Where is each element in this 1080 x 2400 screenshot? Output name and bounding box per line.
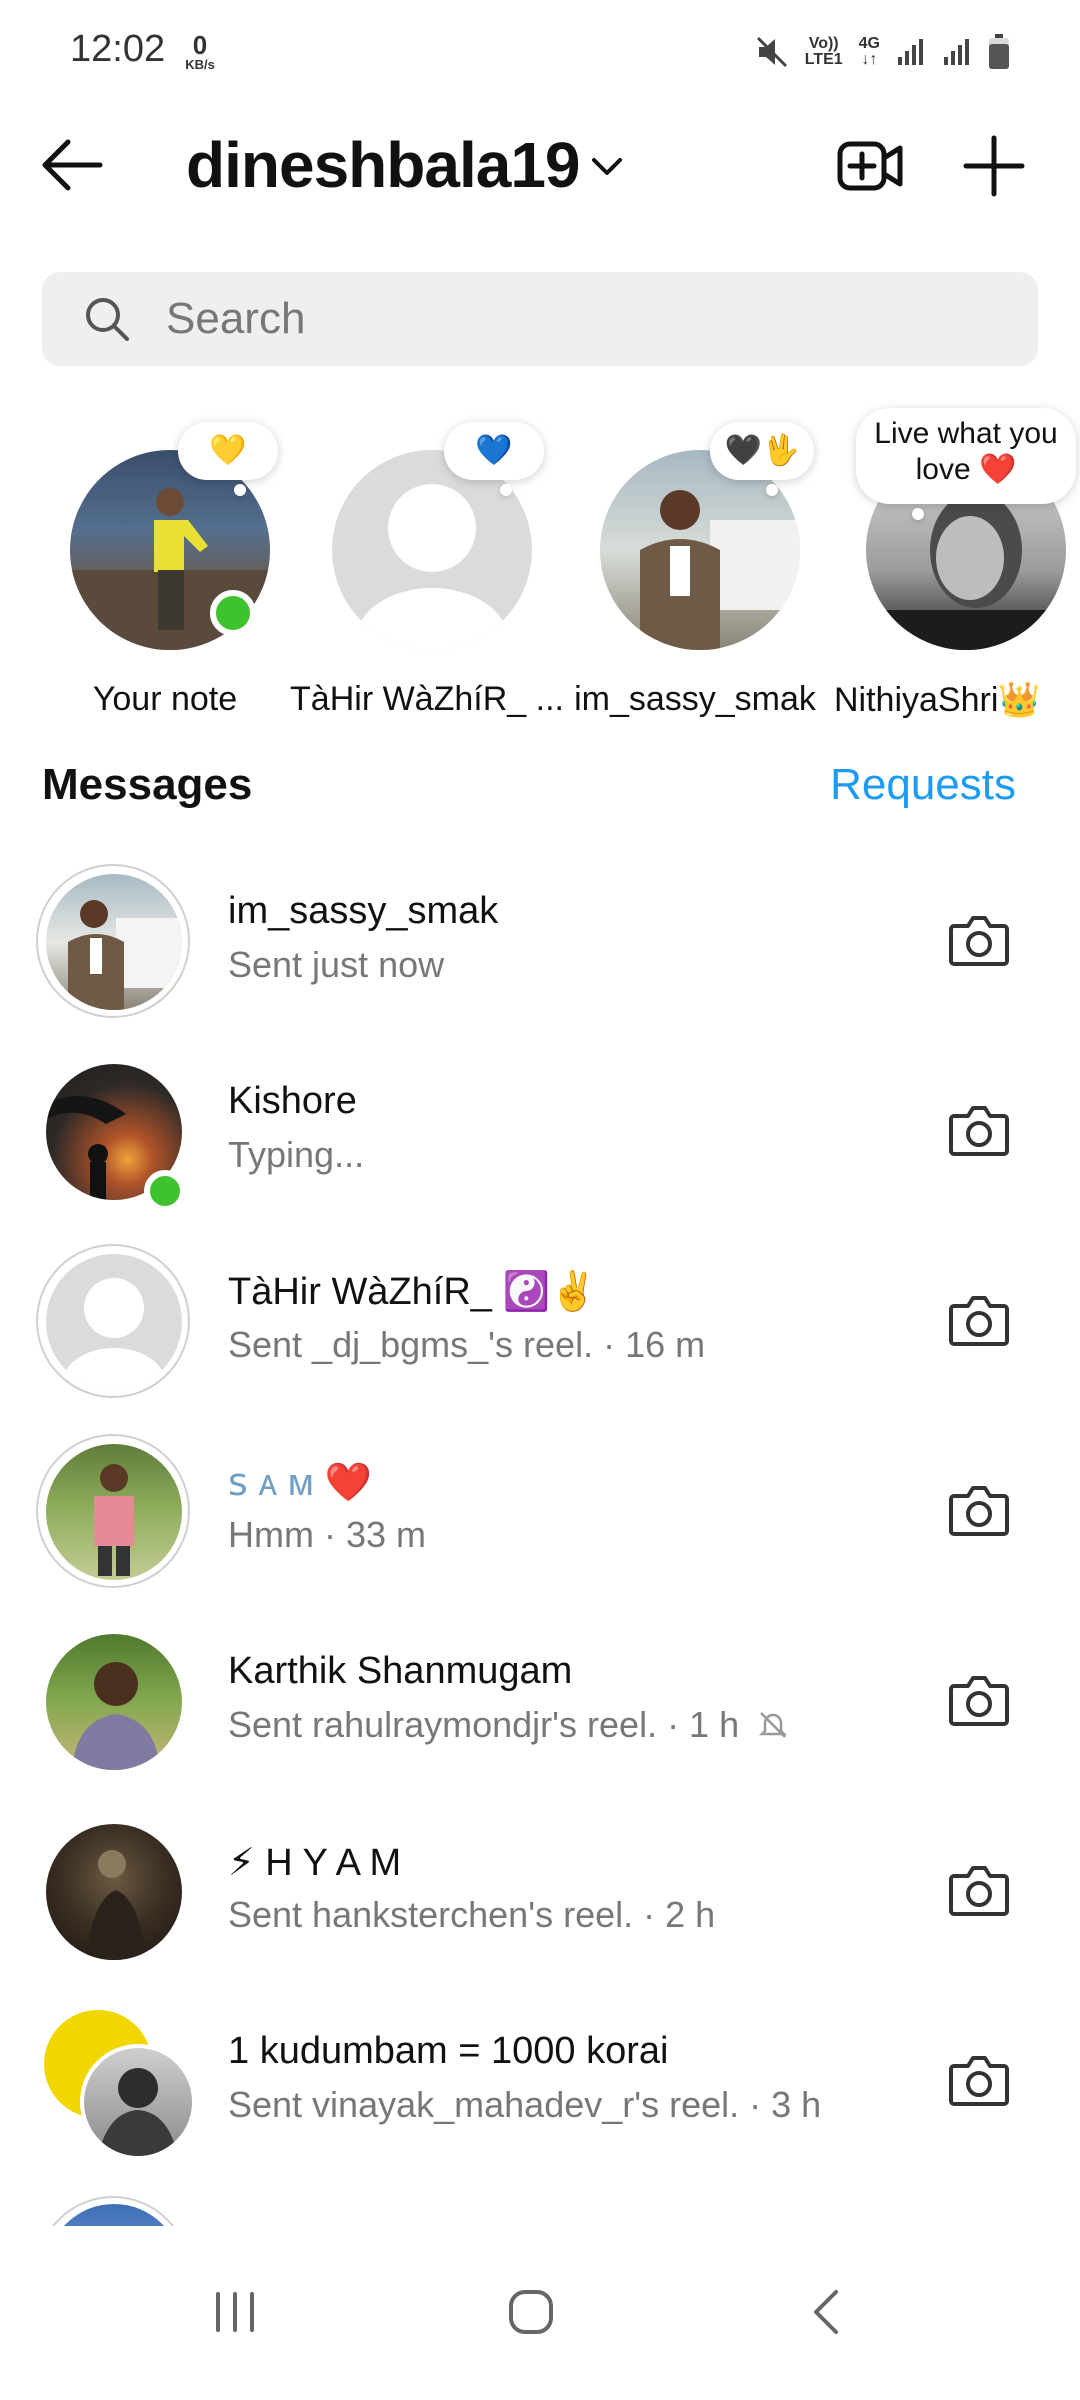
signal-icon-sim2 — [944, 39, 969, 65]
thread-row[interactable]: TàHir WàZhíR_ ☯️✌️ Sent _dj_bgms_'s reel… — [0, 1236, 1080, 1426]
note-bubble: 💙 — [444, 422, 544, 496]
avatar-photo — [72, 1662, 160, 1770]
search-placeholder: Search — [166, 294, 306, 343]
group-avatar — [44, 2010, 196, 2160]
thread-preview: Sent rahulraymondjr's reel. · 1 h — [228, 1704, 789, 1746]
thread-row[interactable]: Karthik Shanmugam Sent rahulraymondjr's … — [0, 1616, 1080, 1806]
camera-icon[interactable] — [948, 1292, 1010, 1348]
note-bubble: 💛 — [178, 422, 278, 496]
avatar-photo — [68, 900, 182, 1010]
thread-row[interactable]: im_sassy_smak Sent just now — [0, 856, 1080, 1046]
camera-icon[interactable] — [948, 1102, 1010, 1158]
note-name: im_sassy_smak — [574, 680, 816, 718]
recent-apps-icon[interactable] — [200, 2282, 270, 2342]
thread-row[interactable]: 1 kudumbam = 1000 korai Sent vinayak_mah… — [0, 1996, 1080, 2186]
avatar — [332, 450, 532, 650]
note-name: TàHir WàZhíR_ ... — [290, 680, 564, 718]
note-item-im-sassy-smak[interactable]: 🖤🖖 im_sassy_smak — [570, 408, 820, 738]
default-avatar-icon — [62, 1278, 166, 1390]
new-message-plus-icon[interactable] — [960, 132, 1028, 200]
note-name: NithiyaShri👑 — [834, 681, 1041, 719]
status-bar: 12:02 0 KB/s Vo)) LTE1 4G ↓↑ — [0, 0, 1080, 100]
note-item-your-note[interactable]: 💛 Your note — [40, 408, 290, 738]
system-nav-bar — [0, 2230, 1080, 2400]
message-list: im_sassy_smak Sent just now Kishore Typi… — [0, 856, 1080, 2226]
avatar-photo — [86, 1850, 146, 1960]
account-username[interactable]: dineshbala19 — [186, 128, 580, 202]
thread-row[interactable]: Kishore Typing... — [0, 1046, 1080, 1236]
net-speed-value: 0 — [192, 30, 208, 60]
thread-name: 1 kudumbam = 1000 korai — [228, 2030, 669, 2072]
avatar-photo — [640, 490, 800, 650]
thread-name: ꜱ ᴀ ᴍ ❤️ — [228, 1462, 372, 1504]
camera-icon[interactable] — [948, 1862, 1010, 1918]
avatar-photo — [98, 2068, 178, 2156]
thread-name: ⚡ H Y A M — [228, 1842, 402, 1884]
thread-row[interactable]: ꜱ ᴀ ᴍ ❤️ Hmm · 33 m — [0, 1426, 1080, 1616]
messages-heading: Messages — [42, 760, 253, 809]
note-bubble: Live what you love ❤️ — [856, 408, 1076, 520]
status-time: 12:02 — [70, 28, 166, 70]
avatar-photo — [94, 1464, 134, 1576]
camera-icon[interactable] — [948, 2052, 1010, 2108]
home-icon[interactable] — [496, 2282, 566, 2342]
system-back-icon[interactable] — [792, 2282, 862, 2342]
top-bar: dineshbala19 — [0, 110, 1080, 220]
net-speed: 0 KB/s — [178, 32, 222, 71]
back-arrow-icon[interactable] — [40, 138, 104, 192]
note-item-nithiyashri[interactable]: Live what you love ❤️ NithiyaShri👑 — [834, 408, 1080, 738]
default-avatar-icon — [356, 484, 508, 650]
volte-indicator: Vo)) LTE1 — [804, 35, 843, 68]
status-icons: Vo)) LTE1 4G ↓↑ — [755, 34, 1010, 70]
network-type: 4G ↓↑ — [858, 35, 880, 68]
net-speed-unit: KB/s — [185, 57, 215, 72]
avatar — [600, 450, 800, 650]
thread-preview: Sent just now — [228, 944, 445, 985]
avatar — [46, 874, 182, 1010]
note-item-tahir[interactable]: 💙 TàHir WàZhíR_ ... — [290, 408, 564, 738]
note-bubble: 🖤🖖 — [710, 422, 814, 496]
thread-preview: Sent vinayak_mahadev_r's reel. · 3 h — [228, 2084, 822, 2125]
signal-icon-sim1 — [898, 39, 923, 65]
thread-preview: Sent hanksterchen's reel. · 2 h — [228, 1894, 716, 1935]
online-indicator — [144, 1170, 186, 1212]
camera-icon[interactable] — [948, 1672, 1010, 1728]
mute-icon — [756, 36, 787, 68]
chevron-down-icon[interactable] — [590, 152, 624, 182]
avatar — [46, 1824, 182, 1960]
muted-bell-icon — [759, 1712, 788, 1738]
thread-name: TàHir WàZhíR_ ☯️✌️ — [228, 1271, 598, 1313]
search-icon — [86, 298, 129, 341]
thread-row-partial[interactable] — [0, 2186, 1080, 2226]
thread-name: Karthik Shanmugam — [228, 1650, 573, 1692]
notes-tray: 💛 Your note 💙 TàHir WàZhíR_ ... 🖤🖖 im_sa… — [0, 408, 1080, 738]
thread-name: im_sassy_smak — [228, 890, 499, 932]
battery-icon — [989, 34, 1009, 69]
thread-preview: Hmm · 33 m — [228, 1514, 426, 1555]
new-video-call-icon[interactable] — [836, 132, 904, 200]
online-indicator — [210, 590, 256, 636]
avatar — [46, 1254, 182, 1390]
thread-row[interactable]: ⚡ H Y A M Sent hanksterchen's reel. · 2 … — [0, 1806, 1080, 1996]
group-avatar-front — [80, 2044, 196, 2160]
avatar — [46, 1444, 182, 1580]
requests-link[interactable]: Requests — [830, 760, 1016, 810]
camera-icon[interactable] — [948, 1482, 1010, 1538]
camera-icon[interactable] — [948, 912, 1010, 968]
network-type-label: 4G — [858, 35, 880, 52]
thread-preview: Typing... — [228, 1134, 365, 1175]
thread-name: Kishore — [228, 1080, 357, 1122]
thread-preview: Sent _dj_bgms_'s reel. · 16 m — [228, 1324, 706, 1365]
thread-preview-text: Sent rahulraymondjr's reel. · 1 h — [228, 1704, 740, 1745]
avatar — [46, 1634, 182, 1770]
search-bar[interactable]: Search — [42, 272, 1038, 366]
note-name: Your note — [92, 680, 238, 718]
